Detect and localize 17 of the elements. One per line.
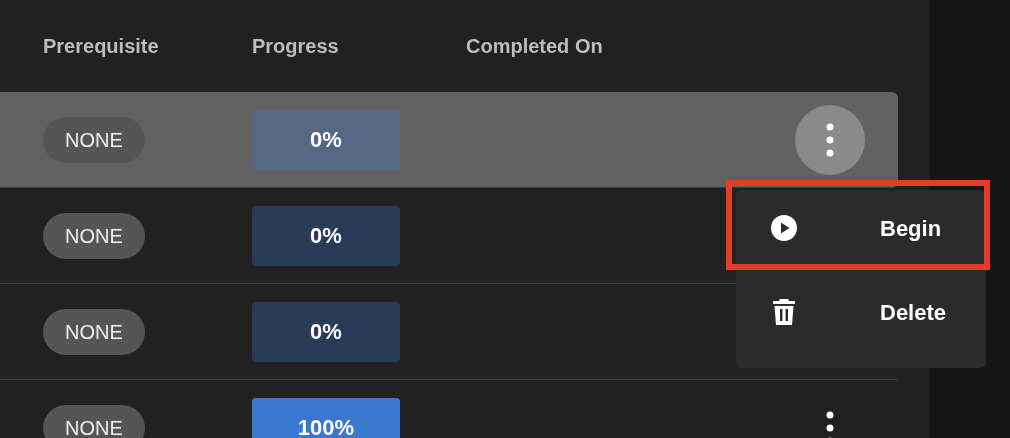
prerequisite-chip: NONE (43, 308, 145, 355)
progress-bar: 0% (252, 301, 400, 362)
more-icon (825, 122, 835, 157)
menu-item[interactable]: Delete (736, 272, 986, 352)
trash-icon (773, 299, 795, 325)
play-icon (771, 215, 797, 241)
progress-bar: 100% (252, 397, 400, 438)
progress-bar: 0% (252, 109, 400, 170)
column-header: Progress (252, 35, 339, 57)
column-header: Completed On (466, 35, 603, 57)
prerequisite-chip: NONE (43, 116, 145, 163)
progress-bar: 0% (252, 205, 400, 266)
prerequisite-chip: NONE (43, 212, 145, 259)
prerequisite-chip: NONE (43, 404, 145, 438)
table-row[interactable]: NONE 0% (0, 92, 898, 188)
column-header: Prerequisite (43, 35, 159, 57)
menu-item[interactable]: Begin (736, 192, 984, 264)
